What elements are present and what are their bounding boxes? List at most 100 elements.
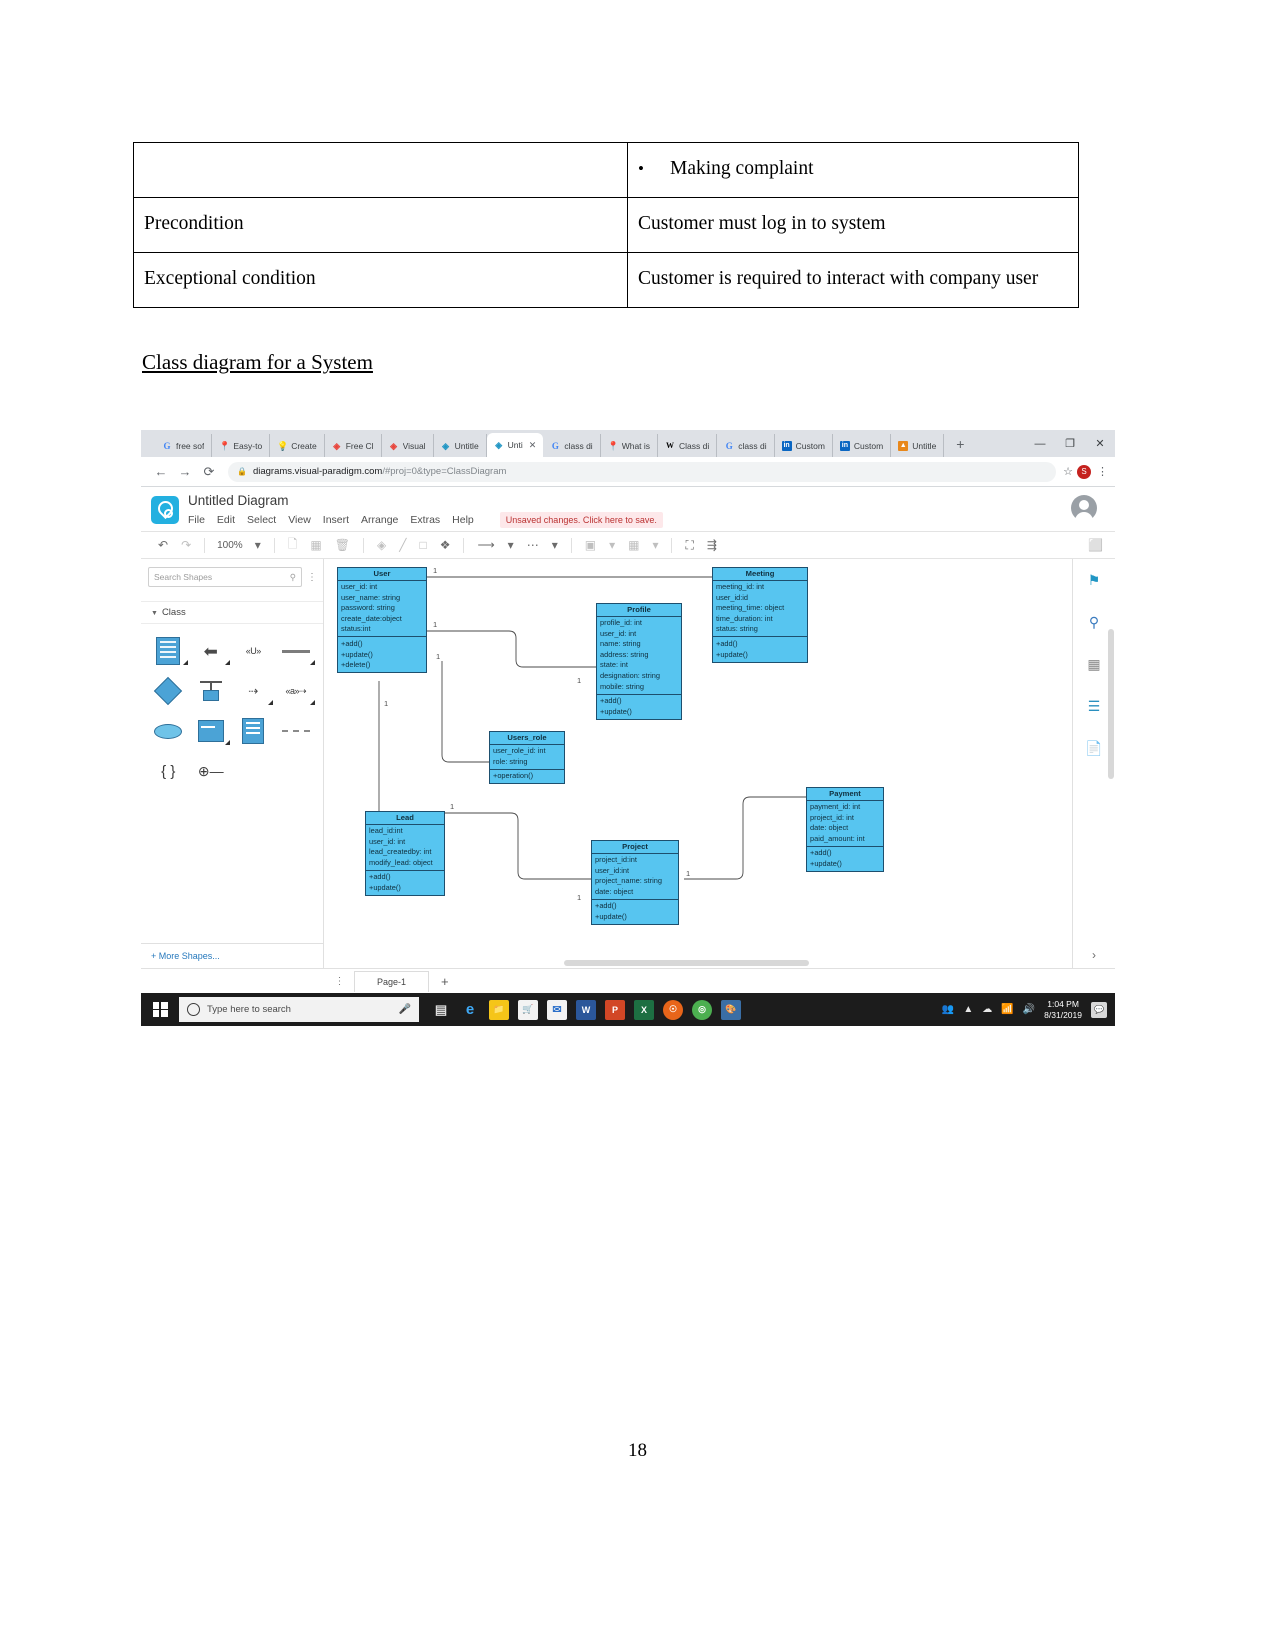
menu-select[interactable]: Select	[247, 514, 276, 526]
firefox-icon[interactable]: ☉	[663, 999, 683, 1020]
profile-avatar[interactable]: S	[1077, 464, 1091, 479]
shape-generalization-icon[interactable]: ⬅	[190, 636, 233, 666]
waypoints-icon[interactable]: ⋯	[522, 538, 544, 552]
url-input[interactable]: 🔒 diagrams.visual-paradigm.com/#proj=0&t…	[228, 461, 1057, 482]
uml-class-payment[interactable]: Payment payment_id: int project_id: int …	[806, 787, 884, 873]
new-tab-button[interactable]: +	[944, 434, 976, 457]
shape-interface-icon[interactable]	[190, 676, 233, 706]
microsoft-store-icon[interactable]: 🛒	[518, 999, 538, 1020]
page-tab[interactable]: Page-1	[354, 970, 430, 992]
expand-panel-icon[interactable]: ›	[1073, 948, 1115, 962]
insert-shape-icon[interactable]: ▣	[580, 538, 601, 552]
browser-tab[interactable]: Gclass di	[717, 434, 775, 457]
forward-icon[interactable]: →	[173, 464, 197, 479]
close-icon[interactable]: ✕	[529, 440, 537, 451]
chevron-down-icon[interactable]: ▾	[547, 538, 563, 552]
back-icon[interactable]: ←	[149, 464, 173, 479]
uml-class-project[interactable]: Project project_id:int user_id:int proje…	[591, 840, 679, 926]
browser-tab[interactable]: Gclass di	[543, 434, 601, 457]
menu-help[interactable]: Help	[452, 514, 474, 526]
minimize-button[interactable]: —	[1025, 438, 1055, 450]
onedrive-icon[interactable]: ☁	[982, 1004, 992, 1015]
chrome-icon[interactable]: ◎	[692, 999, 712, 1020]
browser-tab[interactable]: 📍 What is	[601, 434, 659, 457]
browser-menu-icon[interactable]: ⋮	[1097, 465, 1108, 478]
shapes-menu-icon[interactable]: ⋮	[302, 572, 317, 583]
reload-icon[interactable]: ⟳	[197, 464, 221, 480]
mail-icon[interactable]: ✉	[547, 999, 567, 1020]
vertical-scrollbar[interactable]	[1108, 629, 1114, 779]
more-shapes-button[interactable]: + More Shapes...	[141, 943, 323, 968]
start-button[interactable]	[141, 993, 179, 1026]
chevron-down-icon[interactable]: ▾	[604, 538, 620, 552]
fit-page-icon[interactable]: ⛶	[680, 538, 698, 553]
search-shapes-input[interactable]: Search Shapes ⚲	[148, 567, 302, 587]
browser-tab[interactable]: in Custom	[833, 434, 892, 457]
microphone-icon[interactable]: 🎤	[399, 1004, 411, 1015]
search-icon[interactable]: ⚲	[290, 572, 296, 583]
shape-class-icon[interactable]	[147, 636, 190, 666]
menu-extras[interactable]: Extras	[410, 514, 440, 526]
user-account-icon[interactable]	[1071, 495, 1097, 522]
browser-tab-active[interactable]: ◈ Unti ✕	[486, 433, 544, 457]
browser-tab[interactable]: in Custom	[775, 434, 833, 457]
shape-group-class[interactable]: ▼ Class	[141, 601, 323, 624]
menu-view[interactable]: View	[288, 514, 311, 526]
edge-icon[interactable]: e	[460, 1000, 480, 1020]
volume-icon[interactable]: 🔊	[1023, 1004, 1035, 1015]
shape-provided-interface-icon[interactable]: ⊕—	[190, 756, 233, 786]
browser-tab[interactable]: W Class di	[658, 434, 718, 457]
shape-package-icon[interactable]	[190, 716, 233, 746]
people-icon[interactable]: 👥	[942, 1004, 954, 1015]
fullscreen-icon[interactable]: ⬜	[1088, 538, 1103, 552]
uml-class-meeting[interactable]: Meeting meeting_id: int user_id:id meeti…	[712, 567, 808, 663]
word-icon[interactable]: W	[576, 999, 596, 1020]
show-hidden-icons-icon[interactable]: ▲	[963, 1004, 973, 1015]
diagram-canvas[interactable]: User user_id: int user_name: string pass…	[324, 559, 1072, 968]
uml-class-user[interactable]: User user_id: int user_name: string pass…	[337, 567, 427, 674]
uml-class-users-role[interactable]: Users_role user_role_id: int role: strin…	[489, 731, 565, 785]
close-window-button[interactable]: ✕	[1085, 437, 1115, 450]
notifications-icon[interactable]: 💬	[1091, 1001, 1107, 1018]
taskbar-clock[interactable]: 1:04 PM 8/31/2019	[1044, 999, 1082, 1021]
uml-class-lead[interactable]: Lead lead_id:int user_id: int lead_creat…	[365, 811, 445, 897]
menu-arrange[interactable]: Arrange	[361, 514, 398, 526]
format-paint-icon[interactable]: ❖	[435, 538, 456, 552]
unsaved-changes-notice[interactable]: Unsaved changes. Click here to save.	[499, 511, 663, 528]
menu-insert[interactable]: Insert	[323, 514, 349, 526]
zoom-level[interactable]: 100%	[213, 540, 247, 551]
maximize-button[interactable]: ❐	[1055, 437, 1085, 450]
undo-icon[interactable]: ↶	[153, 538, 173, 552]
shape-access-icon[interactable]: «a»⇢	[275, 676, 318, 706]
copy-icon[interactable]: 🗋	[283, 535, 303, 556]
add-page-button[interactable]: +	[429, 974, 461, 989]
shape-note-icon[interactable]	[232, 716, 275, 746]
table-icon[interactable]: ▦	[623, 538, 644, 552]
excel-icon[interactable]: X	[634, 999, 654, 1020]
paste-icon[interactable]: ▦	[305, 538, 326, 552]
task-view-icon[interactable]: ▤	[431, 1000, 451, 1020]
shape-dashed-line-icon[interactable]	[275, 716, 318, 746]
browser-tab[interactable]: Gfree sof	[155, 434, 213, 457]
browser-tab[interactable]: ◈ Untitle	[434, 434, 487, 457]
powerpoint-icon[interactable]: P	[605, 999, 625, 1020]
shape-constraint-icon[interactable]: { }	[147, 756, 190, 786]
shape-association-icon[interactable]	[275, 636, 318, 666]
network-icon[interactable]: 📶	[1001, 1004, 1013, 1015]
delete-icon[interactable]: 🗑	[330, 538, 355, 552]
horizontal-scrollbar[interactable]	[564, 960, 809, 966]
connection-arrow-icon[interactable]: ⟶	[472, 538, 499, 552]
diagram-title[interactable]: Untitled Diagram	[188, 493, 663, 509]
file-explorer-icon[interactable]: 📁	[489, 999, 509, 1020]
taskbar-search-input[interactable]: Type here to search 🎤	[179, 997, 419, 1022]
shape-uses-icon[interactable]: «U»	[232, 636, 275, 666]
chevron-down-icon[interactable]: ▾	[250, 538, 266, 552]
bookmark-star-icon[interactable]: ☆	[1063, 465, 1073, 478]
chevron-down-icon[interactable]: ▾	[647, 538, 663, 552]
shape-dependency-icon[interactable]: ⇢	[232, 676, 275, 706]
redo-icon[interactable]: ↷	[176, 538, 196, 552]
menu-file[interactable]: File	[188, 514, 205, 526]
browser-tab[interactable]: ▲ Untitle	[891, 434, 945, 457]
shape-ellipse-icon[interactable]	[147, 716, 190, 746]
reset-view-icon[interactable]: ⇶	[702, 538, 722, 552]
